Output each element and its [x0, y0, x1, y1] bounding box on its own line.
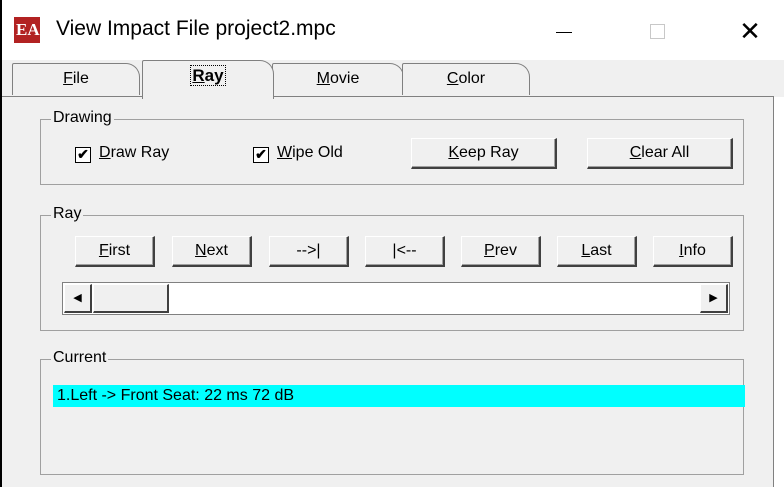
current-group: Current 1.Left -> Front Seat: 22 ms 72 d… — [40, 349, 745, 475]
last-accel: L — [581, 242, 591, 259]
next-accel: N — [195, 242, 207, 259]
scroll-left-icon[interactable]: ◀ — [64, 284, 92, 313]
tab-movie[interactable]: Movie — [272, 63, 404, 95]
maximize-icon — [650, 24, 665, 39]
first-accel: F — [98, 242, 109, 259]
prev-label: rev — [494, 242, 517, 259]
minimize-icon — [556, 32, 572, 33]
window-title: View Impact File project2.mpc — [56, 17, 336, 40]
ray-group-title: Ray — [51, 205, 84, 223]
wipe-old-label: ipe Old — [292, 144, 343, 161]
clear-all-accel: C — [629, 144, 642, 161]
tab-movie-label: Movie — [316, 70, 360, 87]
tab-ray[interactable]: Ray — [142, 60, 274, 99]
draw-ray-checkbox[interactable]: ✔ Draw Ray — [75, 144, 169, 163]
close-button[interactable]: ✕ — [728, 12, 772, 50]
tab-color[interactable]: Color — [402, 63, 530, 95]
ray-scrollbar[interactable]: ◀ ▶ — [62, 282, 730, 315]
tab-ray-label: Ray — [190, 65, 226, 86]
scroll-right-icon[interactable]: ▶ — [700, 284, 728, 313]
next-button[interactable]: Next — [172, 236, 252, 267]
draw-ray-label: raw Ray — [110, 144, 170, 161]
step-forward-label: -->| — [296, 242, 321, 259]
step-back-button[interactable]: |<-- — [365, 236, 445, 267]
last-label: ast — [590, 242, 612, 259]
step-forward-button[interactable]: -->| — [269, 236, 349, 267]
minimize-button[interactable] — [542, 12, 586, 50]
keep-ray-label: eep Ray — [459, 144, 519, 161]
last-button[interactable]: Last — [557, 236, 637, 267]
tab-file-label: File — [63, 70, 89, 87]
tab-color-label: Color — [446, 70, 486, 87]
step-back-label: |<-- — [392, 242, 417, 259]
app-logo-text: EA — [16, 20, 40, 39]
clear-all-label: lear All — [641, 144, 690, 161]
wipe-old-checkbox[interactable]: ✔ Wipe Old — [253, 144, 343, 163]
keep-ray-accel: K — [448, 144, 460, 161]
keep-ray-button[interactable]: Keep Ray — [411, 138, 557, 169]
scroll-thumb[interactable] — [93, 284, 169, 313]
title-bar[interactable]: EA View Impact File project2.mpc ✕ — [2, 0, 784, 60]
maximize-button[interactable] — [636, 12, 680, 50]
drawing-group: Drawing ✔ Draw Ray ✔ Wipe Old Keep Ray Cle… — [40, 109, 744, 185]
draw-ray-check-icon[interactable]: ✔ — [75, 147, 91, 163]
info-label: nfo — [683, 242, 706, 259]
close-icon: ✕ — [739, 16, 761, 46]
first-button[interactable]: First — [75, 236, 155, 267]
next-label: ext — [206, 242, 228, 259]
tab-file[interactable]: File — [12, 63, 140, 95]
app-logo-icon[interactable]: EA — [14, 17, 40, 43]
wipe-old-check-icon[interactable]: ✔ — [253, 147, 269, 163]
drawing-group-title: Drawing — [51, 109, 114, 127]
clear-all-button[interactable]: Clear All — [587, 138, 733, 169]
prev-button[interactable]: Prev — [461, 236, 541, 267]
draw-ray-accel: D — [99, 144, 111, 161]
info-button[interactable]: Info — [653, 236, 733, 267]
tab-bar: File Ray Movie Color — [2, 60, 784, 99]
current-ray-item[interactable]: 1.Left -> Front Seat: 22 ms 72 dB — [53, 385, 745, 407]
prev-accel: P — [484, 242, 495, 259]
current-group-title: Current — [51, 349, 109, 367]
first-label: irst — [108, 242, 131, 259]
wipe-old-accel: W — [277, 144, 293, 161]
view-impact-window: EA View Impact File project2.mpc ✕ File … — [0, 0, 784, 487]
